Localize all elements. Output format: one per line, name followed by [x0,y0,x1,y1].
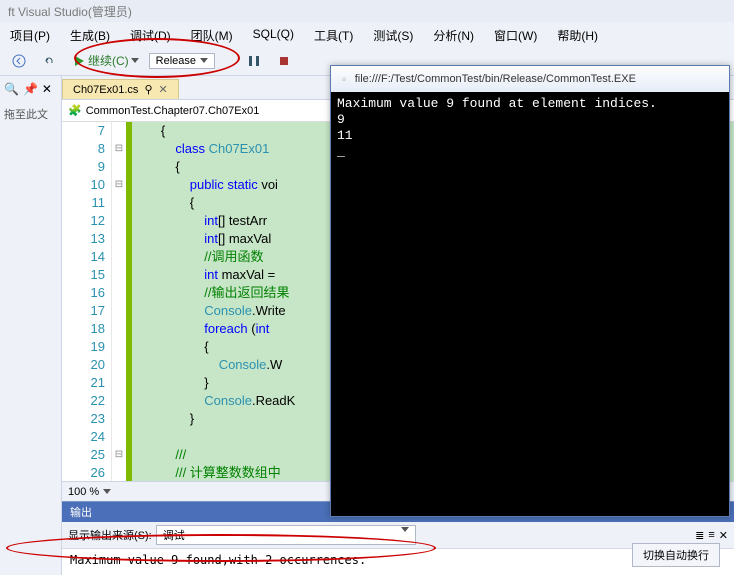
output-source-value: 调试 [163,527,185,543]
console-title-text: file:///F:/Test/CommonTest/bin/Release/C… [355,73,636,85]
tab-filename: Ch07Ex01.cs [73,84,138,96]
zoom-value[interactable]: 100 % [68,486,99,498]
config-dropdown[interactable]: Release [149,53,215,69]
continue-label: 继续(C) [88,52,129,69]
close-icon[interactable]: ✕ [159,83,168,96]
menu-team[interactable]: 团队(M) [181,24,243,44]
output-tool-icon[interactable]: ≡ [708,529,714,541]
output-source-label: 显示输出来源(S): [68,527,152,543]
app-icon: ▫️ [337,73,351,86]
console-window: ▫️ file:///F:/Test/CommonTest/bin/Releas… [330,65,730,517]
window-title: ft Visual Studio(管理员) [0,0,734,22]
chevron-down-icon [103,489,111,494]
menu-tools[interactable]: 工具(T) [304,24,363,44]
chevron-down-icon [401,527,409,532]
continue-button[interactable]: 继续(C) [66,50,145,71]
file-tab[interactable]: Ch07Ex01.cs ⚲ ✕ [62,79,179,99]
chevron-down-icon [131,58,139,63]
breadcrumb-path: CommonTest.Chapter07.Ch07Ex01 [86,105,260,117]
menu-help[interactable]: 帮助(H) [547,24,608,44]
menu-build[interactable]: 生成(B) [60,24,120,44]
stop-button[interactable] [271,52,297,70]
chevron-down-icon [200,58,208,63]
menu-sql[interactable]: SQL(Q) [243,24,304,44]
nav-back-button[interactable] [6,52,32,70]
drag-hint: 拖至此文 [4,106,57,122]
undo-button[interactable] [36,52,62,70]
output-source-dropdown[interactable]: 调试 [156,525,416,545]
class-icon: 🧩 [68,104,82,117]
menu-analyze[interactable]: 分析(N) [423,24,484,44]
menu-window[interactable]: 窗口(W) [484,24,547,44]
line-gutter: 789101112131415161718192021222324252627 [62,122,112,481]
toggle-wrap-button[interactable]: 切换自动换行 [632,543,720,567]
close-icon[interactable]: ✕ [42,82,52,96]
toolbox-panel: 🔍 📌 ✕ 拖至此文 [0,76,62,575]
console-output: Maximum value 9 found at element indices… [331,92,729,164]
config-value: Release [156,55,196,67]
console-titlebar[interactable]: ▫️ file:///F:/Test/CommonTest/bin/Releas… [331,66,729,92]
search-icon[interactable]: 🔍 [4,82,19,96]
output-tool-icon[interactable]: ≣ [695,529,704,542]
pin-icon[interactable]: 📌 [23,82,38,96]
step-icon[interactable] [241,52,267,70]
menu-project[interactable]: 项目(P) [0,24,60,44]
pin-icon[interactable]: ⚲ [144,83,152,96]
menu-test[interactable]: 测试(S) [363,24,423,44]
menu-debug[interactable]: 调试(D) [120,24,181,44]
fold-strip[interactable]: ⊟⊟⊟ [112,122,126,481]
menu-bar: 项目(P) 生成(B) 调试(D) 团队(M) SQL(Q) 工具(T) 测试(… [0,22,734,46]
output-clear-icon[interactable]: ✕ [719,529,728,542]
